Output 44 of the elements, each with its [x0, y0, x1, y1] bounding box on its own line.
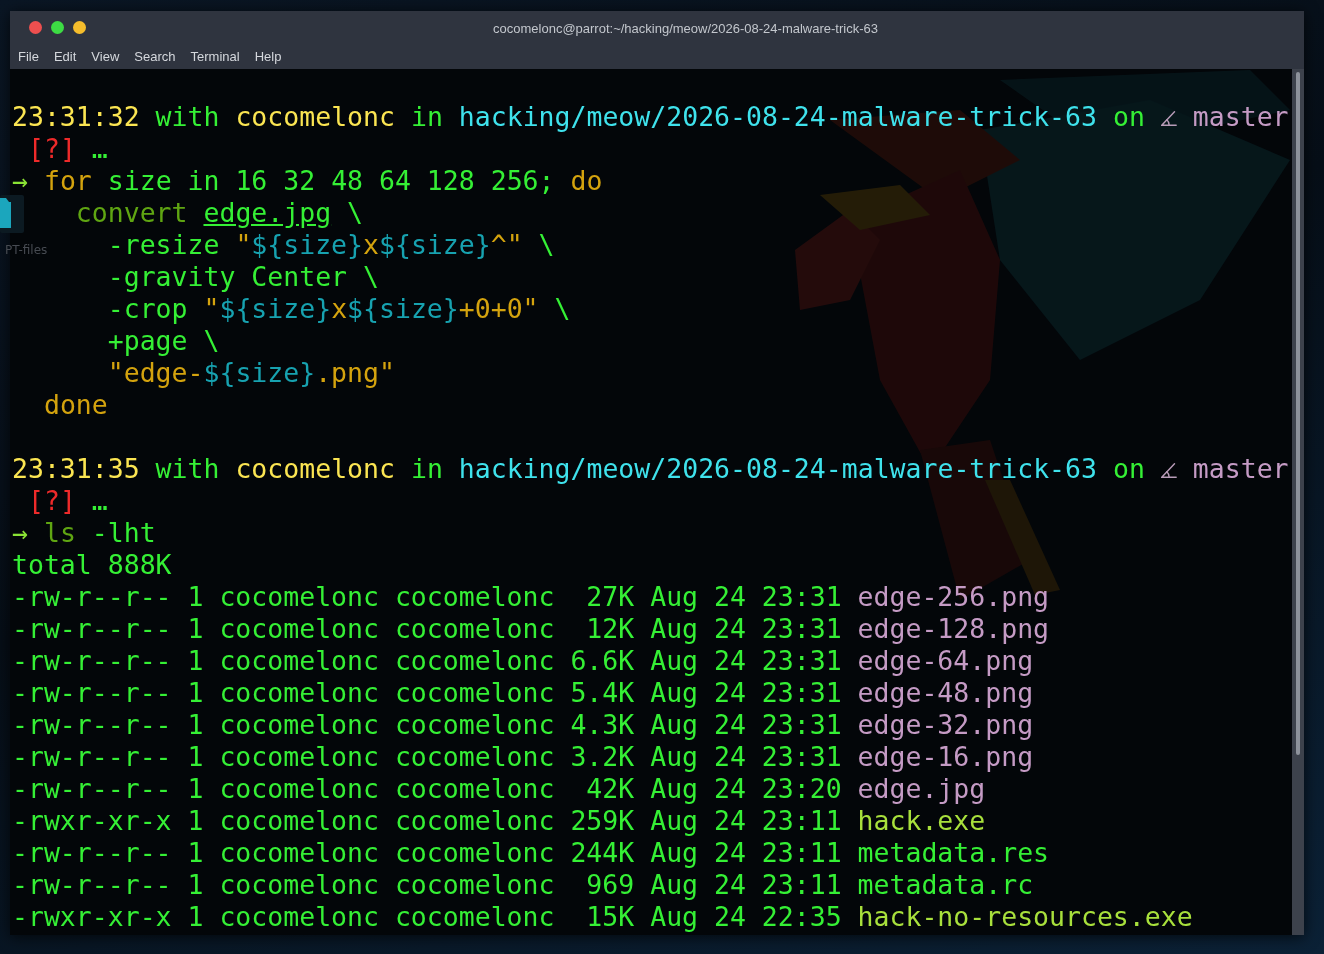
command-line: convert edge.jpg \ [75, 197, 364, 228]
prompt-arrow: → [12, 517, 28, 548]
maximize-button[interactable] [51, 20, 64, 34]
scrollbar[interactable] [1292, 69, 1304, 935]
git-status: [?] … [27, 485, 108, 516]
menu-item[interactable]: View [83, 45, 127, 67]
file-entry: -rwxr-xr-x 1 cocomelonc cocomelonc 15K Aug 24 22:35 hack-no-resources.exe [12, 901, 1193, 932]
angle-icon [1160, 463, 1177, 478]
minimize-button[interactable] [73, 20, 86, 34]
folder-icon[interactable] [0, 195, 24, 233]
menu-item[interactable]: Help [247, 45, 289, 67]
command-line: +page \ [107, 325, 220, 356]
file-entry: -rw-r--r-- 1 cocomelonc cocomelonc 6.6K Aug 24 23:31 edge-64.png [12, 645, 1034, 676]
command-line: "edge-${size}.png" [107, 357, 395, 388]
window-title: cocomelonc@parrot:~/hacking/meow/2026-08-24-malware-trick-63 [493, 20, 878, 36]
file-entry: -rw-r--r-- 1 cocomelonc cocomelonc 42K Aug 24 23:20 edge.jpg [12, 773, 986, 804]
angle-icon [1160, 111, 1177, 126]
branch-name: master [1192, 101, 1289, 132]
prompt-info: 23:31:32 with cocomelonc in hacking/meow/2026-08-24-malware-trick-63 on [12, 101, 1145, 132]
command-line: ls -lht [43, 517, 156, 548]
command-line: -crop "${size}x${size}+0+0" \ [107, 293, 571, 324]
file-entry: -rw-r--r-- 1 cocomelonc cocomelonc 12K Aug 24 23:31 edge-128.png [12, 613, 1050, 644]
scrollbar-thumb[interactable] [1296, 72, 1300, 755]
prompt-info: 23:31:35 with cocomelonc in hacking/meow/2026-08-24-malware-trick-63 on [12, 453, 1145, 484]
menu-item[interactable]: Terminal [183, 45, 248, 67]
prompt-arrow: → [12, 165, 28, 196]
file-entry: -rw-r--r-- 1 cocomelonc cocomelonc 244K Aug 24 23:11 metadata.res [12, 837, 1050, 868]
close-button[interactable] [29, 20, 42, 34]
menu-item[interactable]: Search [126, 45, 183, 67]
branch-name: master [1192, 453, 1289, 484]
file-entry: -rw-r--r-- 1 cocomelonc cocomelonc 5.4K Aug 24 23:31 edge-48.png [12, 677, 1034, 708]
file-entry: -rw-r--r-- 1 cocomelonc cocomelonc 4.3K Aug 24 23:31 edge-32.png [12, 709, 1034, 740]
menu-item[interactable]: Edit [46, 45, 84, 67]
file-entry: -rwxr-xr-x 1 cocomelonc cocomelonc 259K Aug 24 23:11 hack.exe [12, 805, 986, 836]
file-entry: -rw-r--r-- 1 cocomelonc cocomelonc 969 Aug 24 23:11 metadata.rc [12, 869, 1034, 900]
git-status: [?] … [27, 133, 108, 164]
command-line: -resize "${size}x${size}^" \ [107, 229, 555, 260]
command-line: done [43, 389, 108, 420]
menu-item[interactable]: File [10, 45, 47, 67]
command-line: -gravity Center \ [107, 261, 379, 292]
file-entry: -rw-r--r-- 1 cocomelonc cocomelonc 3.2K Aug 24 23:31 edge-16.png [12, 741, 1034, 772]
file-entry: -rw-r--r-- 1 cocomelonc cocomelonc 27K Aug 24 23:31 edge-256.png [12, 581, 1050, 612]
output-line: total 888K [12, 549, 172, 580]
command-line: for size in 16 32 48 64 128 256; do [43, 165, 603, 196]
